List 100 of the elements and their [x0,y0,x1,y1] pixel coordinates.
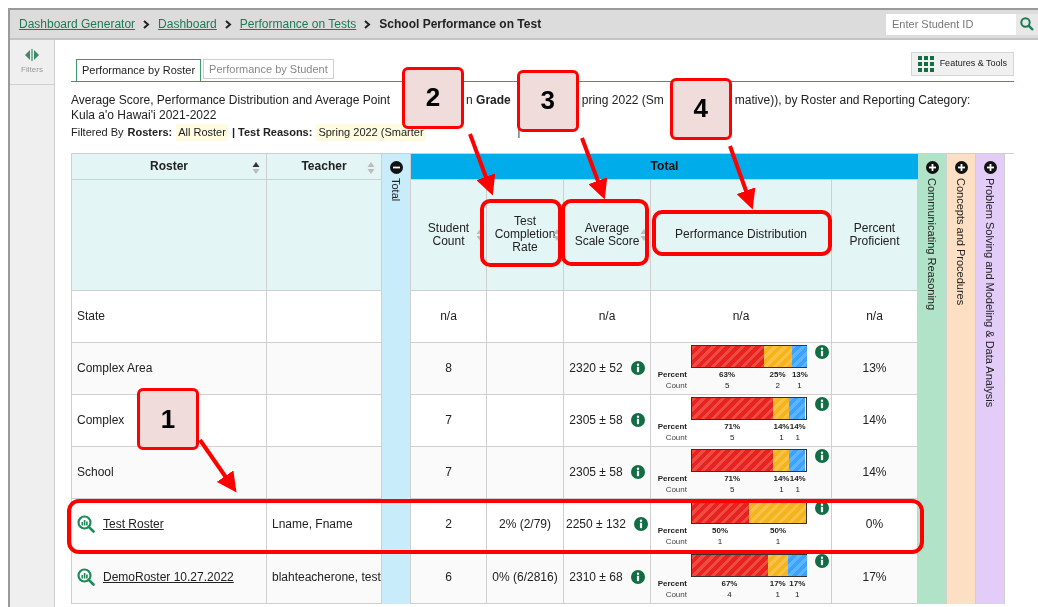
table-cell: 8 [411,342,487,395]
percent-value: 14% [773,473,790,484]
category-strip[interactable]: Problem Solving and Modeling & Data Analysis [976,153,1005,604]
score-text: 2250 ± 132 [566,516,626,533]
strip-label: Total [389,177,404,201]
score-text: 2310 ± 68 [569,568,623,586]
count-label: Count [664,588,688,600]
percent-value: 13% [791,369,807,380]
table-cell: 17% [832,550,918,604]
breadcrumb-link[interactable]: Dashboard Generator [19,15,136,33]
column-header[interactable]: Teacher [267,153,382,180]
info-icon[interactable] [630,465,645,479]
group-header: Total [411,153,918,180]
percent-value: 50% [711,525,729,536]
breadcrumb-link[interactable]: Performance on Tests [239,15,357,33]
info-icon[interactable] [815,501,829,515]
features-tools-button[interactable]: Features & Tools [910,52,1014,76]
score-text: n/a [598,308,616,325]
table-cell: 7 [411,394,487,447]
count-value: 1 [778,484,785,495]
count-label: Count [664,380,688,391]
percent-value: 14% [789,473,806,484]
count-value: 2 [774,380,781,391]
count-label: Count [664,536,688,547]
percent-value: 63% [718,369,737,380]
sort-icon[interactable] [252,160,260,175]
column-header[interactable]: Student Count [411,179,487,291]
column-header: Percent Proficient [832,179,918,291]
filter-name: | Test Reasons: [231,125,313,140]
breadcrumb-link[interactable]: Dashboard [158,15,217,33]
callout-number: 2 [402,66,465,129]
count-label: Count [664,484,688,495]
count-value: 4 [726,588,733,600]
info-icon[interactable] [815,449,829,463]
table-cell: School [72,446,267,499]
magnifier-chart-icon[interactable] [77,515,95,533]
filter-label: Filtered By [71,125,124,140]
count-value: 1 [716,536,724,547]
info-icon[interactable] [815,397,829,411]
callout-number: 1 [137,388,199,450]
percent-label: Percent [656,421,688,432]
count-value: 5 [723,380,731,391]
table-cell: 13% [832,342,918,395]
info-icon[interactable] [630,413,645,427]
distribution-cell: n/a [651,290,832,343]
score-text: 2305 ± 58 [569,464,623,481]
category-strip[interactable]: Communicating Reasoning [918,153,947,604]
table-cell: Complex Area [72,342,267,395]
percent-label: Percent [656,369,688,380]
search-icon [1020,17,1034,31]
report-tab[interactable]: Performance by Student [203,59,334,79]
info-icon[interactable] [634,517,648,531]
chevron-icon [143,19,151,29]
student-id-field[interactable]: Enter Student ID [886,13,1016,35]
count-value: 5 [728,432,736,443]
magnifier-chart-icon[interactable] [77,567,95,586]
breadcrumb-current: School Performance on Test [379,16,542,33]
plus-circle-icon[interactable] [983,160,997,174]
filter-value: Spring 2022 (Smarter [316,124,426,141]
percent-value: 67% [720,577,739,589]
report-subtitle: Kula a'o Hawai'i 2021-2022 [71,108,217,123]
report-tab[interactable]: Performance by Roster [76,59,202,81]
filter-name: Rosters: [127,125,173,140]
chevron-icon [224,19,232,29]
table-cell: 14% [832,446,918,499]
info-icon[interactable] [630,361,645,375]
search-button[interactable] [1016,13,1038,35]
column-header[interactable]: Roster [72,153,267,180]
report-title: Average Score, Performance Distribution and Average Point [71,93,391,108]
percent-value: 17% [768,577,787,589]
table-cell: State [72,290,267,343]
minus-circle-icon[interactable] [389,160,403,174]
plus-circle-icon[interactable] [954,160,968,174]
count-value: 1 [778,432,785,443]
percent-label: Percent [656,473,688,484]
count-value: 1 [794,432,801,443]
chevron-icon [364,19,372,29]
roster-link[interactable]: DemoRoster 10.27.2022 [72,550,267,604]
count-value: 1 [774,588,781,600]
info-icon[interactable] [815,345,829,359]
category-strip[interactable]: Concepts and Procedures [947,153,976,604]
percent-value: 14% [789,421,806,432]
grid-icon [917,56,934,72]
score-text: 2305 ± 58 [569,412,623,429]
table-cell: 14% [832,394,918,447]
percent-label: Percent [656,577,688,589]
count-value: 1 [796,380,803,391]
plus-circle-icon[interactable] [925,160,939,174]
callout-number: 4 [669,77,732,140]
report-title: mative)), by Roster and Reporting Category: [734,93,971,108]
info-icon[interactable] [630,569,645,584]
percent-value: 17% [788,577,807,589]
collapse-arrows-icon [24,48,40,61]
score-text: 2320 ± 52 [569,360,623,377]
report-title: n Grade [466,93,511,108]
table-cell: 7 [411,446,487,499]
count-value: 1 [794,484,801,495]
info-icon[interactable] [815,553,829,568]
count-label: Count [664,432,688,443]
percent-label: Percent [656,525,688,536]
